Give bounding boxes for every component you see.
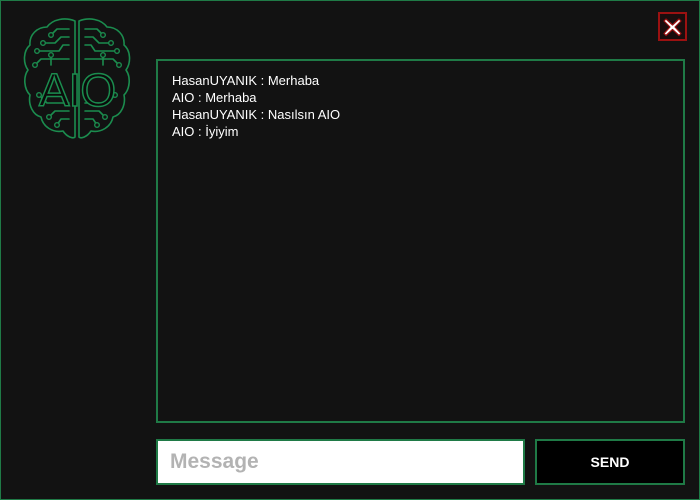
chat-log[interactable]: HasanUYANIK : Merhaba AIO : Merhaba Hasa… [156, 59, 685, 423]
chat-message: HasanUYANIK : Merhaba [172, 73, 320, 88]
logo-text: AIO [38, 64, 117, 116]
chat-message: AIO : Merhaba [172, 90, 257, 105]
message-input[interactable] [156, 439, 525, 485]
chat-message: HasanUYANIK : Nasılsın AIO [172, 107, 341, 122]
chat-window: AIO HasanUYANIK : Merhaba AIO : Merhaba … [0, 0, 700, 500]
aio-logo: AIO [21, 15, 133, 145]
send-button[interactable]: SEND [535, 439, 685, 485]
chat-message: AIO : İyiyim [172, 124, 239, 139]
close-button[interactable] [658, 12, 687, 41]
close-icon [663, 18, 682, 37]
